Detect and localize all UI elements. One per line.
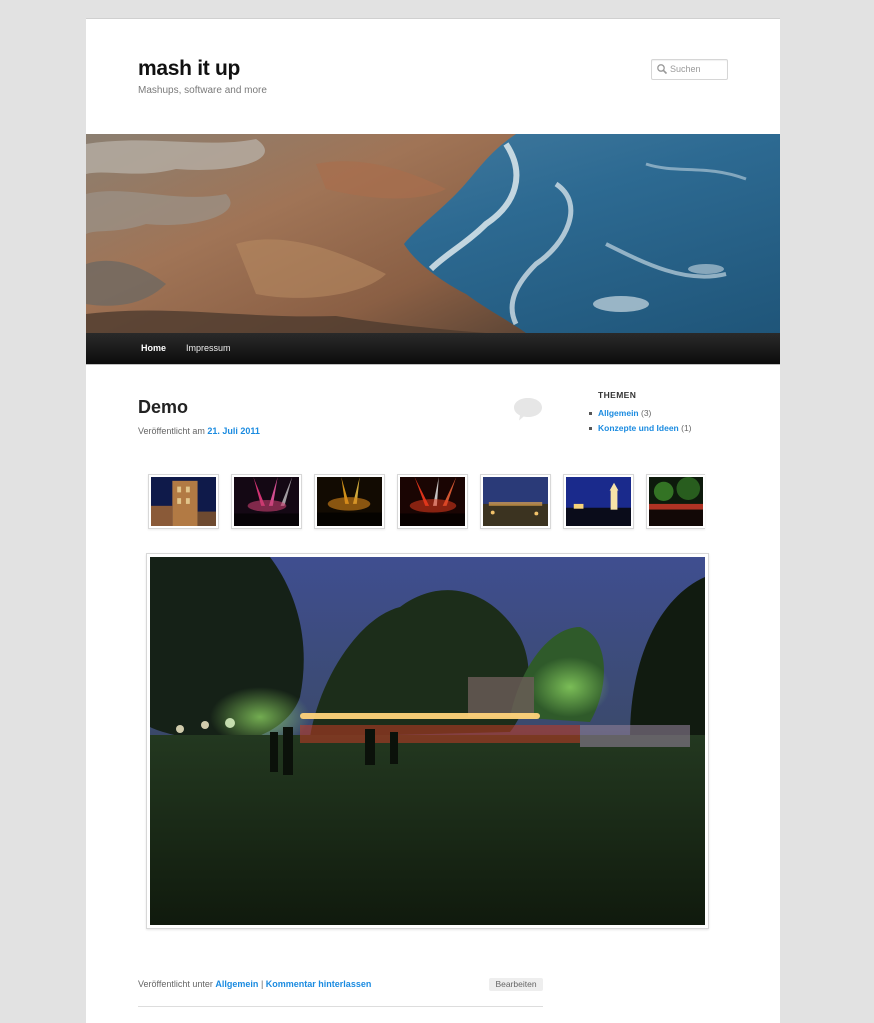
footer-separator: | [260,979,264,989]
gallery-thumbnail-night-field[interactable] [480,474,551,529]
category-count: (3) [641,408,652,418]
site-title[interactable]: mash it up [138,57,240,81]
leave-comment-link[interactable]: Kommentar hinterlassen [266,979,372,989]
gallery-thumbnail-tower[interactable] [148,474,219,529]
nav-item-home[interactable]: Home [141,343,166,353]
post-date-link[interactable]: 21. Juli 2011 [207,426,260,436]
nav-item-impressum[interactable]: Impressum [186,343,231,353]
category-link-konzepte[interactable]: Konzepte und Ideen [598,423,679,433]
search-icon [657,64,668,75]
gallery-thumbnail-concert-red[interactable] [397,474,468,529]
main-navigation: Home Impressum [86,333,780,365]
category-link-allgemein[interactable]: Allgemein [598,408,639,418]
search-input[interactable] [670,61,724,77]
list-item: Allgemein (3) [586,406,692,421]
post-meta: Veröffentlicht am 21. Juli 2011 [138,426,260,436]
footer-category-link[interactable]: Allgemein [215,979,258,989]
gallery-thumbnail-concert-yellow[interactable] [314,474,385,529]
edit-button[interactable]: Bearbeiten [489,978,543,991]
sidebar-widget-title: THEMEN [598,390,637,400]
page: mash it up Mashups, software and more Su… [86,18,780,1023]
site-description: Mashups, software and more [138,85,267,96]
category-count: (1) [681,422,692,433]
bullet [589,426,592,430]
post-footer-meta: Veröffentlicht unter Allgemein | Komment… [138,979,371,989]
bullet [589,412,592,415]
search-box[interactable] [651,59,728,80]
post-title[interactable]: Demo [138,397,188,418]
gallery-thumbnail-night-lights[interactable] [646,474,705,529]
gallery-thumbnail-night-castle[interactable] [563,474,634,529]
main-gallery-image[interactable] [146,553,709,929]
comment-bubble-icon[interactable] [513,396,543,422]
gallery-thumbnail-concert-pink[interactable] [231,474,302,529]
header-image [86,134,780,333]
category-list: Allgemein (3) Konzepte und Ideen (1) [586,406,692,435]
footer-meta-prefix: Veröffentlicht unter [138,979,213,989]
list-item: Konzepte und Ideen (1) [586,421,692,436]
post-meta-prefix: Veröffentlicht am [138,426,205,436]
divider [138,1006,543,1007]
